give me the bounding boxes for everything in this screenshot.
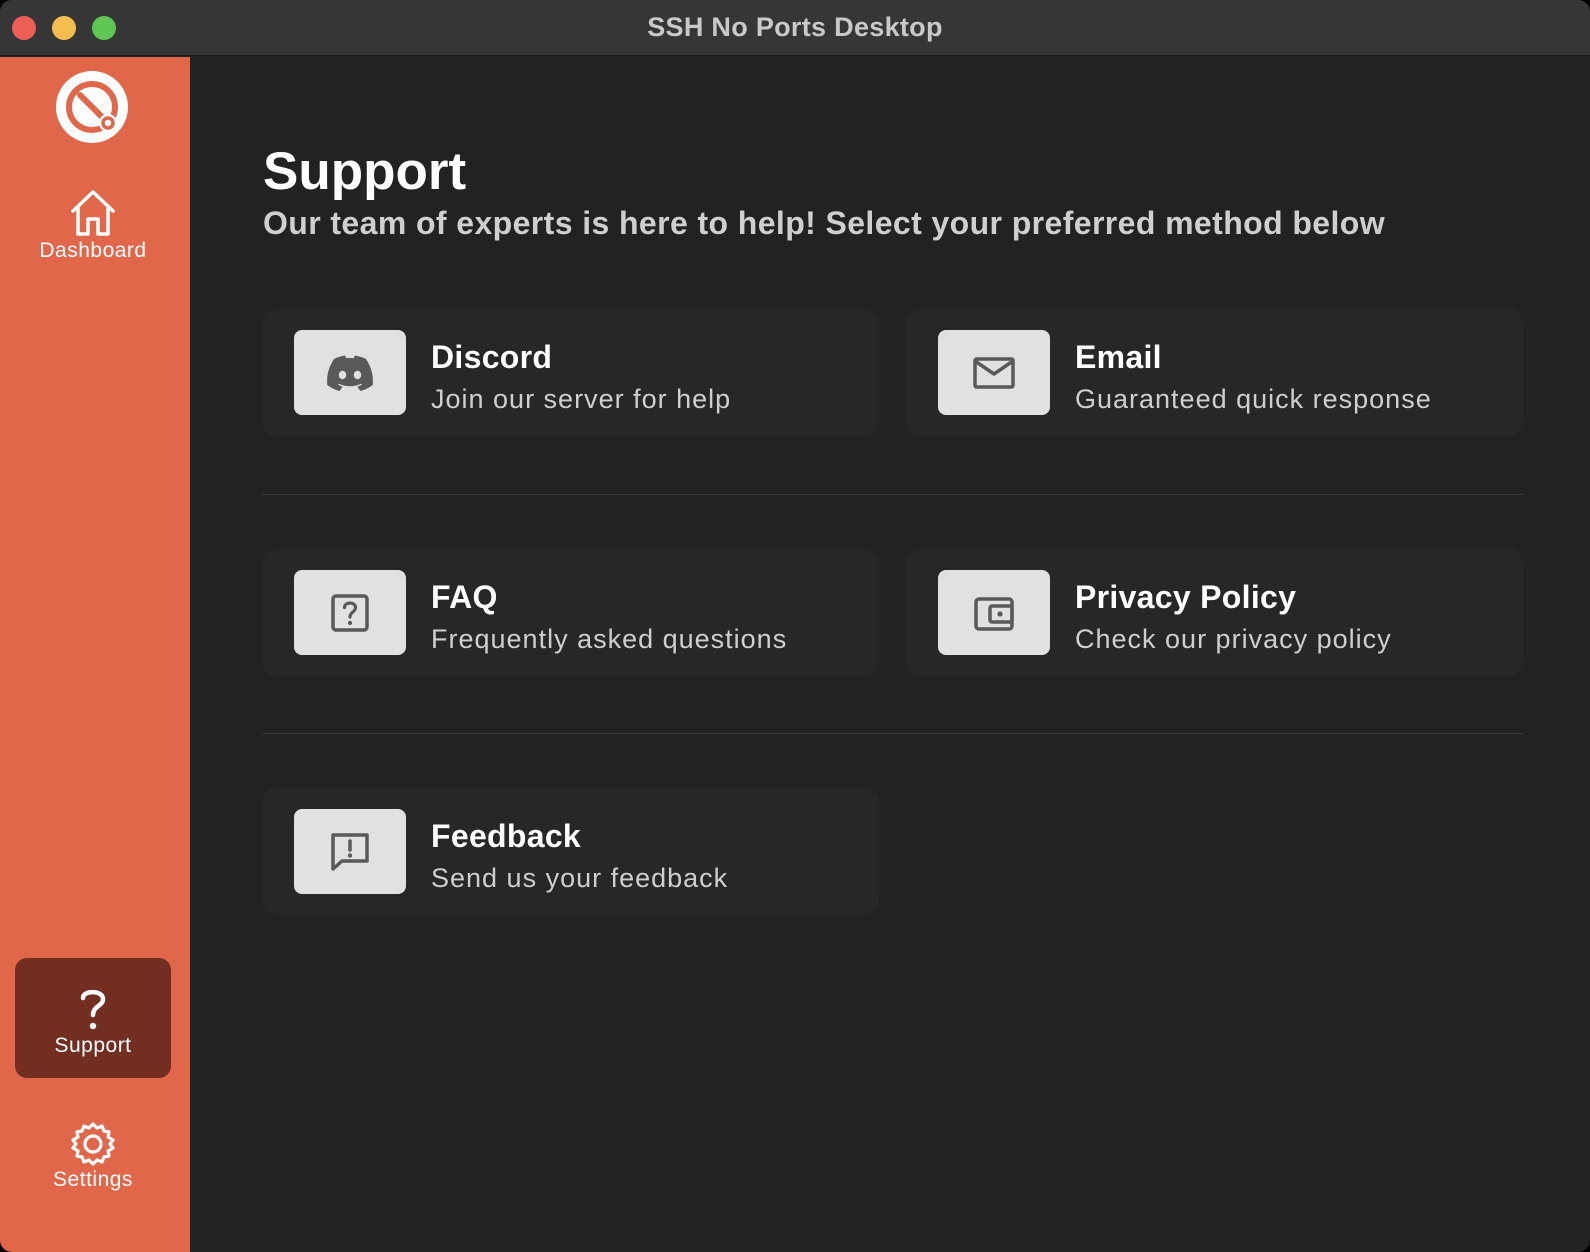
privacy-policy-card[interactable]: Privacy Policy Check our privacy policy	[906, 549, 1523, 676]
card-title: FAQ	[431, 579, 498, 615]
icon-box	[294, 809, 406, 894]
divider	[262, 494, 1524, 495]
title-bar: SSH No Ports Desktop	[0, 0, 1590, 56]
sidebar-item-settings[interactable]: Settings	[15, 1120, 171, 1220]
card-title: Privacy Policy	[1075, 579, 1297, 615]
card-description: Check our privacy policy	[1075, 624, 1392, 654]
home-icon	[71, 190, 115, 236]
page-title: Support	[263, 142, 467, 201]
card-description: Join our server for help	[431, 384, 732, 414]
discord-card[interactable]: Discord Join our server for help	[262, 309, 879, 436]
envelope-icon	[973, 356, 1015, 389]
divider	[262, 733, 1524, 734]
faq-card[interactable]: FAQ Frequently asked questions	[262, 549, 879, 676]
app-window: SSH No Ports Desktop Dashboard Support S…	[0, 0, 1590, 1252]
sidebar-item-support[interactable]: Support	[15, 958, 171, 1078]
sidebar-item-dashboard[interactable]: Dashboard	[15, 187, 171, 277]
gear-icon	[71, 1122, 115, 1166]
card-title: Feedback	[431, 818, 582, 854]
app-logo-icon	[56, 71, 128, 143]
sidebar-item-label: Settings	[53, 1168, 133, 1191]
card-description: Guaranteed quick response	[1075, 384, 1432, 414]
card-title: Email	[1075, 339, 1162, 375]
card-description: Frequently asked questions	[431, 624, 788, 654]
question-mark-icon	[80, 989, 106, 1030]
email-card[interactable]: Email Guaranteed quick response	[906, 309, 1523, 436]
main-content: Support Our team of experts is here to h…	[190, 57, 1590, 1252]
sidebar-item-label: Support	[54, 1034, 132, 1057]
icon-box	[938, 570, 1050, 655]
sidebar-item-label: Dashboard	[39, 239, 147, 262]
question-box-icon	[331, 593, 369, 632]
icon-box	[938, 330, 1050, 415]
feedback-card[interactable]: Feedback Send us your feedback	[262, 788, 879, 915]
icon-box	[294, 330, 406, 415]
feedback-icon	[331, 832, 369, 871]
wallet-icon	[974, 596, 1014, 631]
window-title: SSH No Ports Desktop	[647, 12, 943, 42]
card-title: Discord	[431, 339, 553, 375]
page-subtitle: Our team of experts is here to help! Sel…	[263, 205, 1385, 241]
sidebar: Dashboard Support Settings	[0, 57, 190, 1252]
icon-box	[294, 570, 406, 655]
card-description: Send us your feedback	[431, 863, 729, 893]
discord-icon	[327, 355, 373, 391]
